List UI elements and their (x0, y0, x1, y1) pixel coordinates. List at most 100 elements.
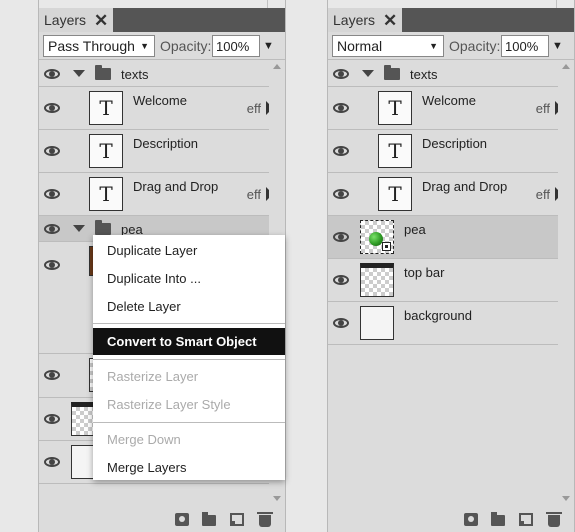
eye-icon[interactable] (333, 68, 351, 80)
scroll-down-icon[interactable] (273, 496, 281, 501)
layer-row-top-bar[interactable]: top bar (328, 259, 558, 302)
opacity-label: Opacity: (449, 38, 501, 54)
layer-row-description[interactable]: T Description (39, 130, 269, 173)
opacity-input[interactable]: 100% (501, 35, 549, 57)
caret-down-icon[interactable] (362, 70, 374, 77)
effects-toggle[interactable]: eff (535, 101, 562, 116)
layer-row-pea[interactable]: pea (328, 216, 558, 259)
eye-icon[interactable] (44, 223, 62, 235)
eye-icon[interactable] (44, 259, 62, 271)
layer-name: top bar (404, 265, 445, 280)
scroll-up-icon[interactable] (562, 64, 570, 69)
blend-mode-value: Pass Through (48, 38, 135, 54)
effects-toggle[interactable]: eff (535, 187, 562, 202)
opacity-input[interactable]: 100% (212, 35, 260, 57)
smart-object-thumbnail (360, 220, 394, 254)
opacity-dropdown-icon[interactable]: ▼ (263, 40, 274, 52)
close-icon[interactable]: ✕ (94, 12, 108, 29)
layer-name: Description (422, 136, 488, 151)
pea-icon (369, 232, 383, 246)
layer-thumbnail (360, 263, 394, 297)
eff-label: eff (535, 101, 550, 116)
new-group-icon[interactable] (491, 512, 505, 526)
trash-icon[interactable] (257, 512, 273, 527)
scroll-up-icon[interactable] (273, 64, 281, 69)
layer-row-texts[interactable]: texts (328, 61, 558, 87)
menu-item-duplicate-layer[interactable]: Duplicate Layer (93, 238, 285, 262)
layer-name: Welcome (422, 93, 476, 108)
menu-item-rasterize-layer-style[interactable]: Rasterize Layer Style (93, 392, 285, 416)
layers-panel-right: Layers ✕ Normal ▼ Opacity: 100% ▼ texts … (327, 0, 575, 532)
bottom-toolbar (39, 507, 285, 532)
layer-name: Description (133, 136, 199, 151)
text-layer-thumbnail: T (378, 91, 412, 125)
eye-icon[interactable] (333, 274, 351, 286)
layer-row-texts[interactable]: texts (39, 61, 269, 87)
mask-icon[interactable] (464, 513, 478, 526)
layer-row-drag-and-drop[interactable]: T Drag and Drop eff (328, 173, 562, 216)
eye-icon[interactable] (333, 102, 351, 114)
tab-bar: Layers ✕ (328, 8, 574, 32)
layer-name: Drag and Drop (422, 179, 508, 194)
layer-name: texts (410, 67, 438, 82)
bottom-toolbar (328, 507, 574, 532)
eye-icon[interactable] (333, 317, 351, 329)
layer-name: texts (121, 67, 149, 82)
eye-icon[interactable] (44, 102, 62, 114)
caret-down-icon[interactable] (73, 225, 85, 232)
close-icon[interactable]: ✕ (383, 12, 397, 29)
context-menu: Duplicate Layer Duplicate Into ... Delet… (93, 235, 285, 480)
caret-down-icon[interactable] (73, 70, 85, 77)
blend-mode-value: Normal (337, 38, 383, 54)
menu-item-duplicate-into[interactable]: Duplicate Into ... (93, 266, 285, 290)
menu-item-convert-to-smart-object[interactable]: Convert to Smart Object (93, 328, 285, 355)
tab-layers[interactable]: Layers ✕ (39, 8, 113, 32)
eye-icon[interactable] (44, 456, 62, 468)
blend-mode-select[interactable]: Pass Through ▼ (43, 35, 155, 57)
layer-name: Drag and Drop (133, 179, 219, 194)
tab-label: Layers (333, 12, 376, 28)
smart-object-icon (382, 242, 391, 251)
effects-toggle[interactable]: eff (246, 101, 273, 116)
eye-icon[interactable] (44, 369, 62, 381)
layer-row-drag-and-drop[interactable]: T Drag and Drop eff (39, 173, 273, 216)
menu-item-delete-layer[interactable]: Delete Layer (93, 294, 285, 318)
new-layer-icon[interactable] (230, 513, 244, 526)
layer-row-welcome[interactable]: T Welcome eff (328, 87, 562, 130)
scroll-down-icon[interactable] (562, 496, 570, 501)
menu-item-rasterize-layer[interactable]: Rasterize Layer (93, 364, 285, 388)
layer-row-background[interactable]: background (328, 302, 558, 345)
blend-mode-select[interactable]: Normal ▼ (332, 35, 444, 57)
menu-item-merge-layers[interactable]: Merge Layers (93, 455, 285, 479)
folder-icon (95, 65, 111, 80)
new-layer-icon[interactable] (519, 513, 533, 526)
eff-label: eff (246, 101, 261, 116)
trash-icon[interactable] (546, 512, 562, 527)
opacity-label: Opacity: (160, 38, 212, 54)
eye-icon[interactable] (44, 413, 62, 425)
scrollbar[interactable] (558, 61, 574, 507)
eye-icon[interactable] (333, 231, 351, 243)
folder-icon (384, 65, 400, 80)
layer-name: Welcome (133, 93, 187, 108)
menu-separator (93, 359, 285, 360)
text-layer-thumbnail: T (89, 177, 123, 211)
mask-icon[interactable] (175, 513, 189, 526)
effects-toggle[interactable]: eff (247, 187, 273, 202)
menu-item-merge-down[interactable]: Merge Down (93, 427, 285, 451)
layer-thumbnail (360, 306, 394, 340)
chevron-down-icon: ▼ (429, 41, 438, 51)
eye-icon[interactable] (333, 188, 351, 200)
layer-row-description[interactable]: T Description (328, 130, 558, 173)
eye-icon[interactable] (333, 145, 351, 157)
layer-row-welcome[interactable]: T Welcome eff (39, 87, 273, 130)
opacity-dropdown-icon[interactable]: ▼ (552, 40, 563, 52)
new-group-icon[interactable] (202, 512, 216, 526)
tab-layers[interactable]: Layers ✕ (328, 8, 402, 32)
layer-name: background (404, 308, 472, 323)
eye-icon[interactable] (44, 68, 62, 80)
eye-icon[interactable] (44, 145, 62, 157)
tab-bar: Layers ✕ (39, 8, 285, 32)
eff-label: eff (535, 187, 550, 202)
eye-icon[interactable] (44, 188, 62, 200)
